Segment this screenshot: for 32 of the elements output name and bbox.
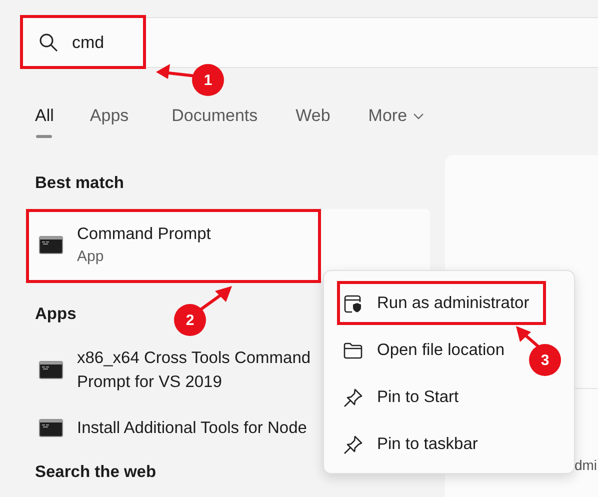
- filter-tab[interactable]: Documents: [166, 98, 264, 134]
- filter-tab[interactable]: More: [362, 98, 430, 134]
- menu-item[interactable]: Pin to taskbar: [324, 421, 574, 468]
- section-heading: Apps: [35, 305, 76, 324]
- step-badge: 2: [174, 304, 206, 336]
- app-result[interactable]: x86_x64 Cross Tools Command Prompt for VS 2019: [77, 346, 327, 394]
- folder-icon: [343, 342, 363, 360]
- chevron-down-icon: [413, 112, 424, 120]
- terminal-icon: [39, 361, 63, 379]
- search-input[interactable]: cmd: [72, 32, 272, 52]
- annotation-arrow: [199, 286, 232, 312]
- filter-tab[interactable]: Web: [290, 98, 336, 134]
- search-field[interactable]: cmd: [20, 17, 598, 68]
- annotation-arrow: [156, 64, 196, 79]
- result-type: App: [77, 248, 105, 265]
- section-heading: Best match: [35, 174, 124, 193]
- menu-item[interactable]: Run as administrator: [324, 280, 574, 327]
- result-title: Command Prompt: [77, 225, 211, 244]
- section-heading: Search the web: [35, 463, 156, 482]
- filter-tab[interactable]: Apps: [78, 98, 140, 134]
- annotation-arrow: [516, 326, 541, 350]
- menu-item[interactable]: Pin to Start: [324, 374, 574, 421]
- terminal-icon: [39, 419, 63, 437]
- panel-text: dmi: [574, 457, 597, 473]
- terminal-icon: [39, 236, 63, 254]
- pin-icon: [343, 388, 363, 408]
- search-icon: [39, 33, 58, 52]
- result-item[interactable]: Command Prompt App: [26, 209, 430, 281]
- app-result[interactable]: Install Additional Tools for Node: [77, 416, 307, 440]
- step-badge: 1: [192, 64, 224, 96]
- pin-icon: [343, 434, 363, 454]
- shield-window-icon: [343, 294, 363, 314]
